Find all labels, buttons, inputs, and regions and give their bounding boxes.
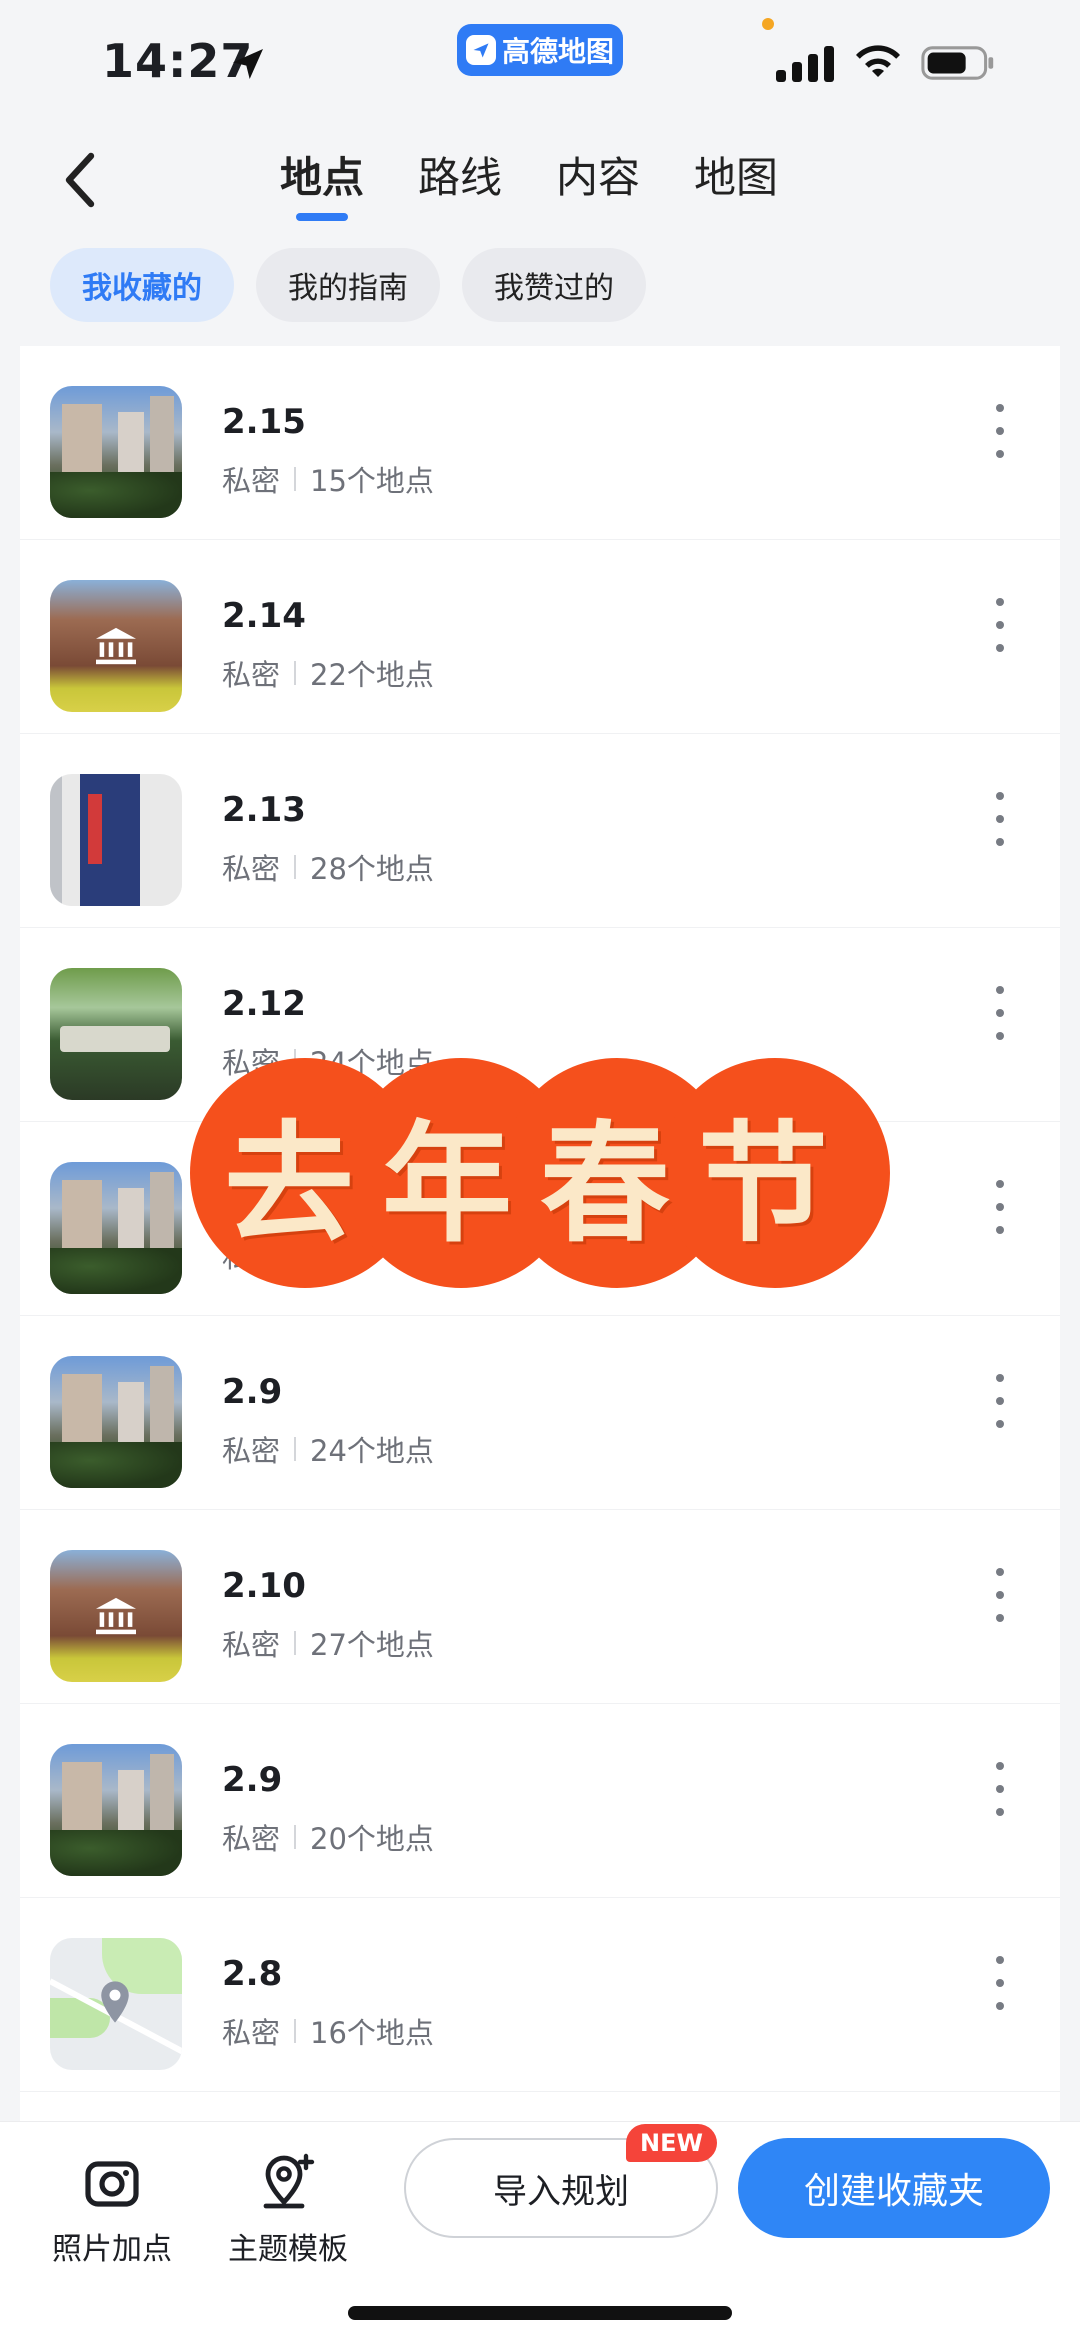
more-options-icon[interactable] — [990, 598, 1010, 652]
more-options-icon[interactable] — [990, 792, 1010, 846]
collection-thumbnail — [50, 1162, 182, 1294]
chip-my-favorites[interactable]: 我收藏的 — [50, 248, 234, 322]
map-pin-icon — [101, 1981, 129, 2023]
tab-bar: 地点 路线 内容 地图 — [280, 144, 778, 221]
place-count: 15个地点 — [310, 464, 434, 498]
privacy-label: 私密 — [222, 1628, 281, 1662]
collection-meta: 私密 20个地点 — [222, 1816, 434, 1858]
location-plus-icon — [263, 2153, 315, 2209]
collection-meta: 私密 24个地点 — [222, 1428, 434, 1470]
list-item[interactable]: 2.14 私密 22个地点 — [20, 540, 1060, 734]
place-count: 16个地点 — [310, 2016, 434, 2050]
collection-meta: 私密 28个地点 — [222, 846, 434, 888]
collection-thumbnail — [50, 580, 182, 712]
list-item[interactable]: 2.9 私密 24个地点 — [20, 1316, 1060, 1510]
photo-add-place-button[interactable]: 照片加点 — [22, 2138, 202, 2268]
list-item[interactable]: 2.10 私密 27个地点 — [20, 1510, 1060, 1704]
collection-title: 2.9 — [222, 1760, 283, 1800]
top-nav: 地点 路线 内容 地图 — [0, 120, 1080, 240]
app-return-pill[interactable]: 高德地图 — [457, 24, 623, 76]
place-count: 24个地点 — [310, 1434, 434, 1468]
theme-template-button[interactable]: 主题模板 — [198, 2138, 378, 2268]
bottom-action-bar: 照片加点 主题模板 导入规划 NEW 创建收藏夹 — [0, 2121, 1080, 2337]
list-item[interactable]: 2.15 私密 15个地点 — [20, 346, 1060, 540]
museum-icon — [96, 627, 136, 665]
privacy-label: 私密 — [222, 1434, 281, 1468]
collection-title: 2.13 — [222, 790, 306, 830]
list-item[interactable]: 2.8 私密 16个地点 — [20, 1898, 1060, 2092]
place-count: 27个地点 — [310, 1628, 434, 1662]
more-options-icon[interactable] — [990, 1568, 1010, 1622]
tab-routes[interactable]: 路线 — [418, 144, 502, 221]
more-options-icon[interactable] — [990, 404, 1010, 458]
privacy-indicator-dot — [762, 18, 774, 30]
collection-title: 2.12 — [222, 984, 306, 1024]
more-options-icon[interactable] — [990, 1956, 1010, 2010]
sticker-text: 去年春节 — [223, 1107, 856, 1260]
more-options-icon[interactable] — [990, 1374, 1010, 1428]
amap-logo-icon — [465, 35, 496, 65]
new-badge: NEW — [626, 2124, 717, 2162]
collection-thumbnail — [50, 1550, 182, 1682]
filter-chips: 我收藏的 我的指南 我赞过的 — [50, 248, 646, 322]
place-count: 20个地点 — [310, 1822, 434, 1856]
collection-title: 2.8 — [222, 1954, 283, 1994]
overlay-sticker: 去年春节 — [190, 1058, 890, 1288]
status-bar: 14:27 高德地图 — [0, 0, 1080, 120]
privacy-label: 私密 — [222, 1822, 281, 1856]
privacy-label: 私密 — [222, 852, 281, 886]
list-item[interactable]: 2.13 私密 28个地点 — [20, 734, 1060, 928]
privacy-label: 私密 — [222, 658, 281, 692]
collection-thumbnail — [50, 1938, 182, 2070]
collection-title: 2.15 — [222, 402, 306, 442]
photo-add-place-label: 照片加点 — [52, 2232, 172, 2267]
museum-icon — [96, 1597, 136, 1635]
more-options-icon[interactable] — [990, 1762, 1010, 1816]
cellular-signal-icon — [776, 44, 836, 82]
chip-my-guides[interactable]: 我的指南 — [256, 248, 440, 322]
collections-screen: 14:27 高德地图 地点 路线 内容 地图 我收藏的 我的指南 我赞过的 2.… — [0, 0, 1080, 2337]
collection-meta: 私密 27个地点 — [222, 1622, 434, 1664]
more-options-icon[interactable] — [990, 986, 1010, 1040]
collection-title: 2.9 — [222, 1372, 283, 1412]
tab-content[interactable]: 内容 — [556, 144, 640, 221]
privacy-label: 私密 — [222, 2016, 281, 2050]
app-pill-label: 高德地图 — [501, 35, 614, 68]
location-arrow-icon — [233, 49, 263, 79]
create-folder-button[interactable]: 创建收藏夹 — [738, 2138, 1050, 2238]
camera-icon — [85, 2161, 139, 2207]
battery-icon — [921, 46, 994, 80]
home-indicator[interactable] — [348, 2306, 732, 2320]
tab-maps[interactable]: 地图 — [694, 144, 778, 221]
privacy-label: 私密 — [222, 464, 281, 498]
place-count: 22个地点 — [310, 658, 434, 692]
tab-places[interactable]: 地点 — [280, 144, 364, 221]
collection-meta: 私密 22个地点 — [222, 652, 434, 694]
collection-thumbnail — [50, 968, 182, 1100]
collection-meta: 私密 15个地点 — [222, 458, 434, 500]
back-chevron-icon[interactable] — [56, 150, 106, 210]
theme-template-label: 主题模板 — [228, 2232, 348, 2267]
collection-title: 2.14 — [222, 596, 306, 636]
collection-thumbnail — [50, 1356, 182, 1488]
collection-thumbnail — [50, 386, 182, 518]
collection-thumbnail — [50, 1744, 182, 1876]
collection-title: 2.10 — [222, 1566, 306, 1606]
chip-liked[interactable]: 我赞过的 — [462, 248, 646, 322]
list-item[interactable]: 2.9 私密 20个地点 — [20, 1704, 1060, 1898]
collection-thumbnail — [50, 774, 182, 906]
more-options-icon[interactable] — [990, 1180, 1010, 1234]
collection-meta: 私密 16个地点 — [222, 2010, 434, 2052]
place-count: 28个地点 — [310, 852, 434, 886]
wifi-icon — [856, 45, 900, 77]
